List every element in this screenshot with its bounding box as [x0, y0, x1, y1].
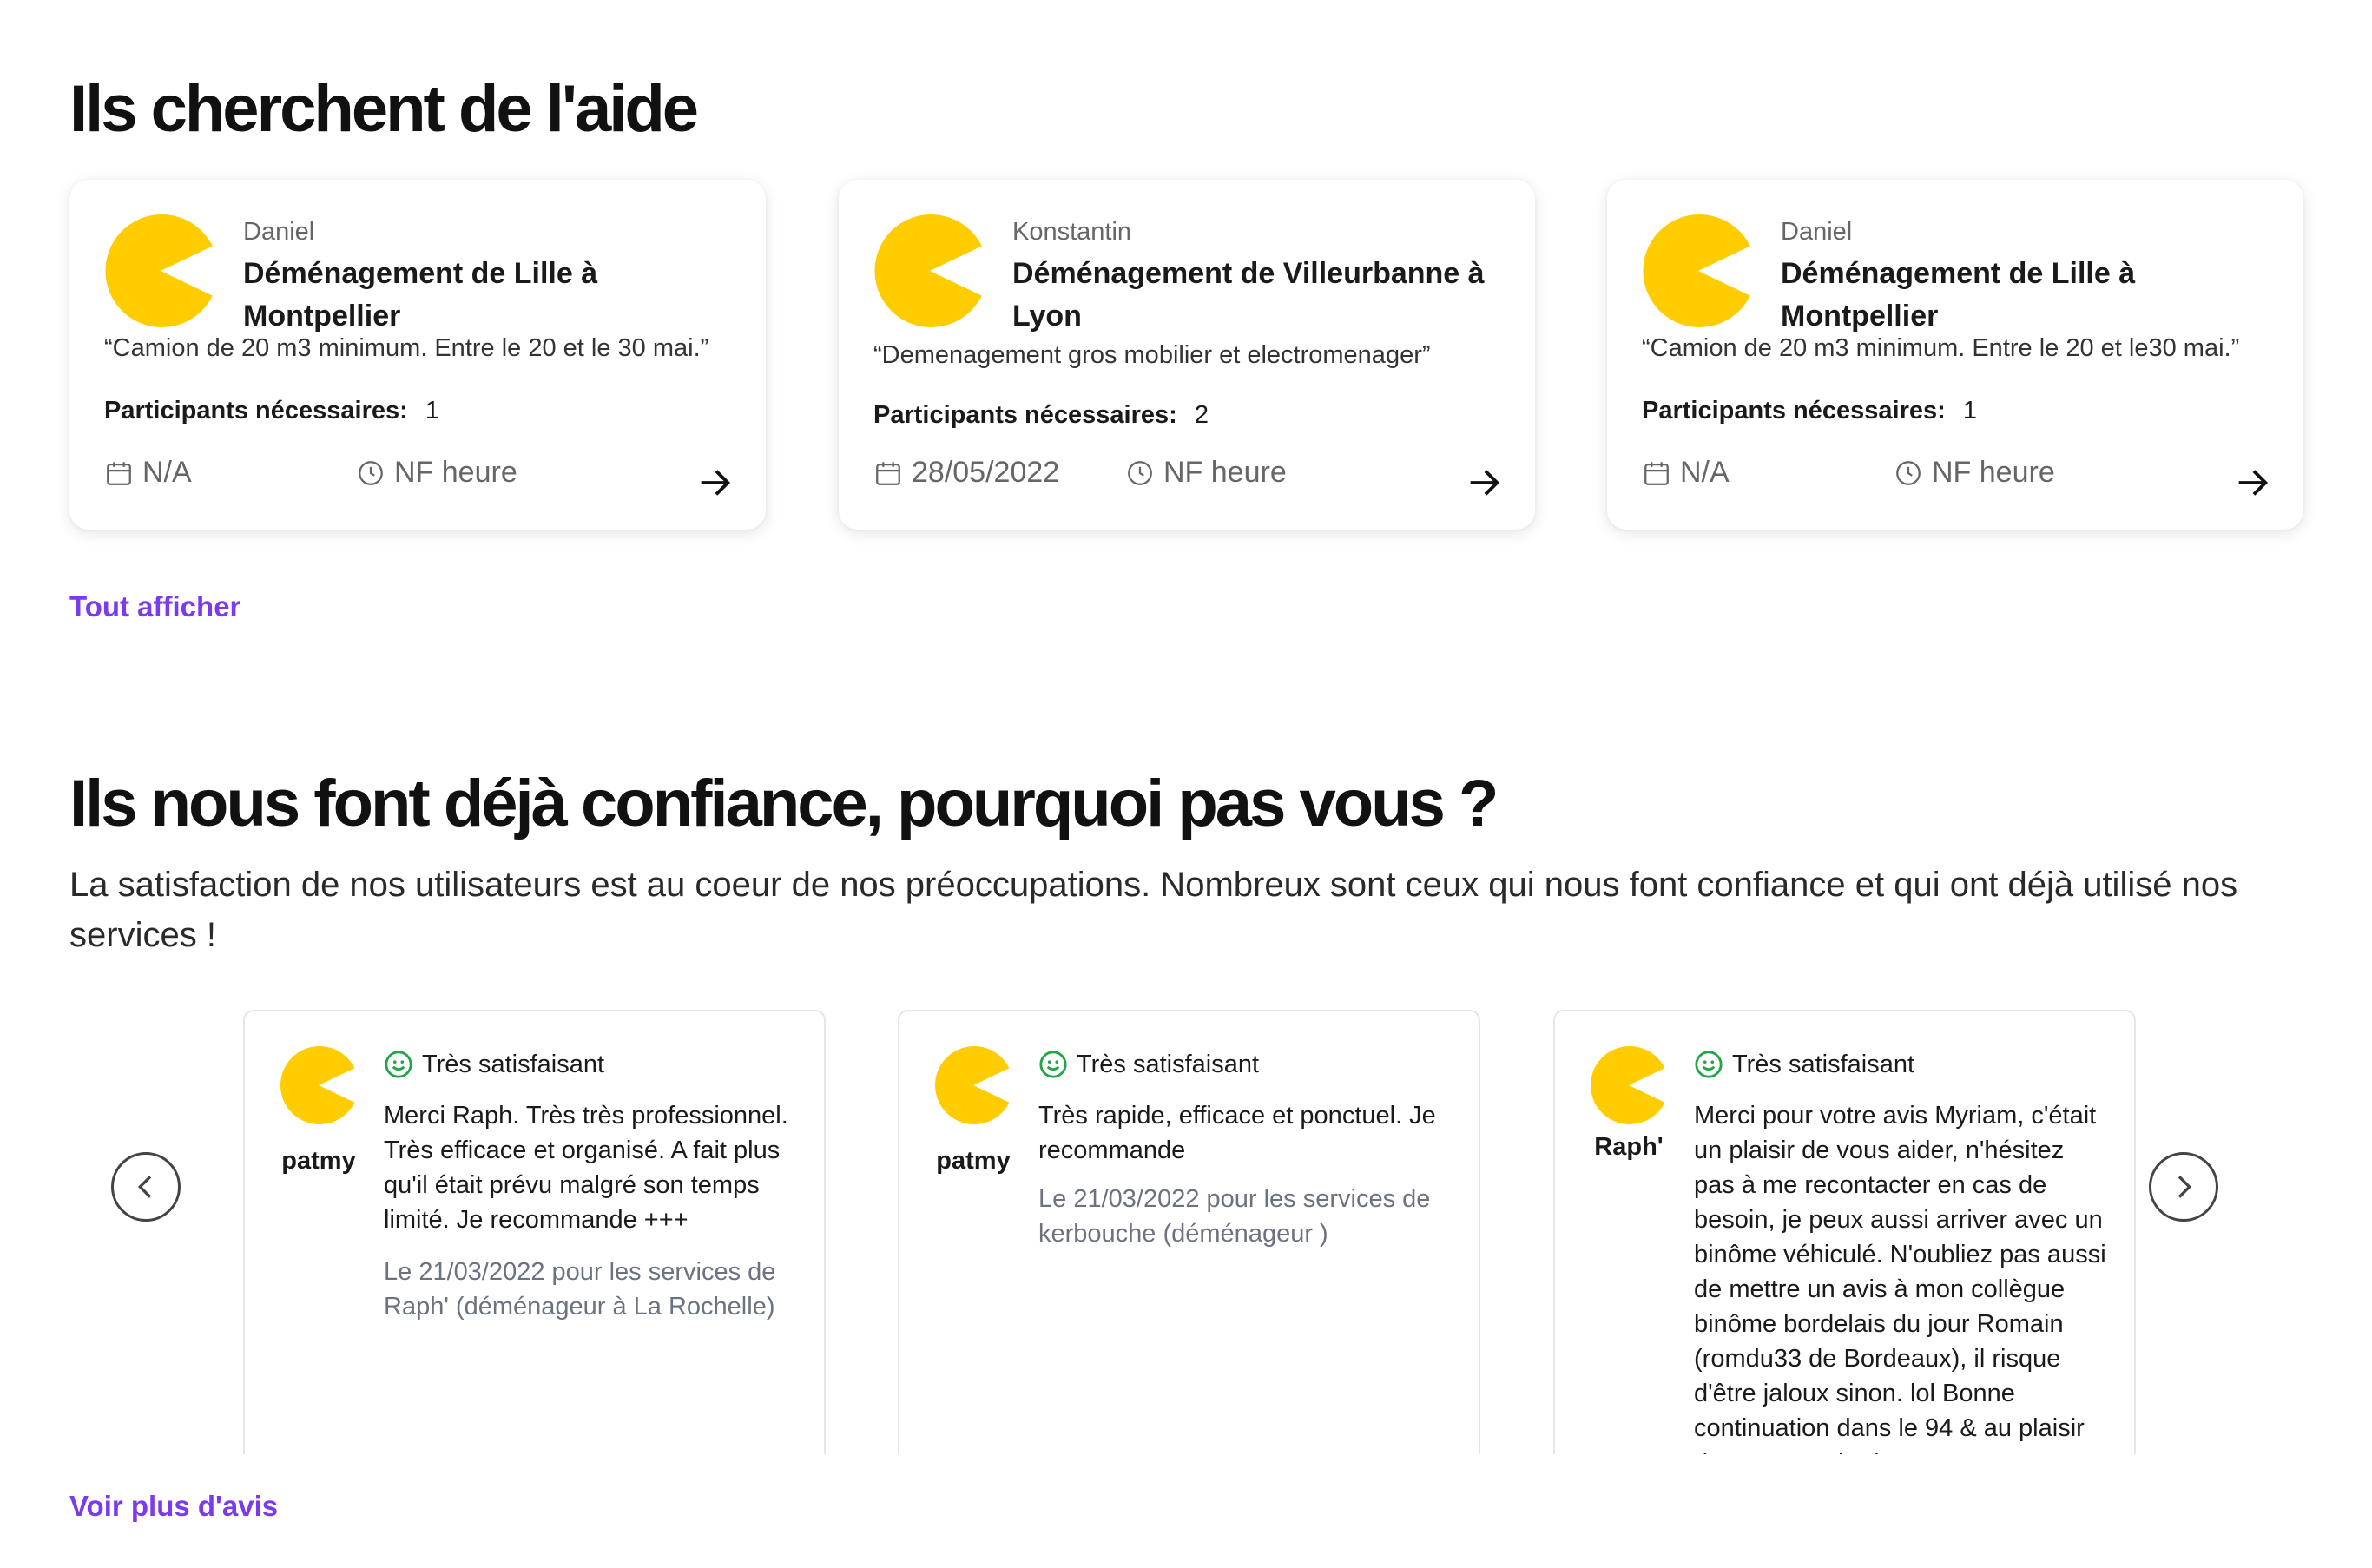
participants-label: Participants nécessaires: — [1642, 397, 1946, 425]
request-date-value: N/A — [1680, 456, 1730, 489]
clock-icon — [359, 460, 383, 485]
request-title: Déménagement de Lille à Montpellier — [243, 257, 598, 333]
pacman-avatar-icon — [280, 1046, 355, 1124]
calendar-icon — [107, 461, 131, 485]
trust-section-subtitle: La satisfaction de nos utilisateurs est … — [69, 866, 2238, 954]
request-date-value: 28/05/2022 — [912, 456, 1060, 489]
participants-needed: Participants nécessaires: 2 — [873, 401, 1209, 430]
request-time-value: NF heure — [394, 456, 517, 489]
participants-needed: Participants nécessaires: 1 — [1642, 397, 1977, 425]
calendar-icon — [1644, 461, 1669, 485]
request-date: N/A — [104, 456, 192, 490]
request-date-value: N/A — [142, 456, 192, 489]
smiley-icon — [1039, 1051, 1067, 1078]
review-rating-label: Très satisfaisant — [1077, 1050, 1260, 1078]
trust-section-title: Ils nous font déjà confiance, pourquoi p… — [69, 767, 1499, 840]
pacman-avatar-icon — [934, 1046, 1010, 1124]
clock-icon — [1128, 460, 1152, 485]
review-rating-label: Très satisfaisant — [1732, 1050, 1915, 1078]
request-title: Déménagement de Lille à Montpellier — [1781, 257, 2136, 333]
review-author: Raph' — [1594, 1133, 1664, 1161]
request-time: NF heure — [1894, 456, 2055, 490]
reviews-carousel: patmy Très satisfaisant Merci Raph. Très… — [243, 1010, 2205, 1454]
pacman-avatar-icon — [1643, 214, 1750, 327]
chevron-right-icon — [2178, 1176, 2192, 1198]
request-time: NF heure — [356, 456, 517, 490]
request-quote: “Camion de 20 m3 minimum. Entre le 20 et… — [104, 334, 709, 362]
review-meta: Le 21/03/2022 pour les services de kerbo… — [1038, 1185, 1431, 1248]
calendar-icon — [876, 461, 900, 485]
participants-label: Participants nécessaires: — [873, 401, 1177, 429]
participants-value: 1 — [425, 397, 439, 425]
request-time-value: NF heure — [1932, 456, 2055, 489]
review-text: Merci Raph. Très très professionnel. Trè… — [384, 1102, 788, 1234]
review-text: Très rapide, efficace et ponctuel. Je re… — [1038, 1102, 1436, 1164]
see-all-link[interactable]: Tout afficher — [69, 590, 240, 623]
smiley-icon — [385, 1051, 412, 1078]
help-section-title: Ils cherchent de l'aide — [69, 72, 699, 146]
request-time: NF heure — [1125, 456, 1287, 490]
participants-needed: Participants nécessaires: 1 — [104, 397, 439, 425]
review-rating: Très satisfaisant — [1694, 1050, 1914, 1079]
requester-name: Daniel — [243, 218, 315, 246]
review-author: patmy — [936, 1147, 1011, 1175]
request-quote: “Camion de 20 m3 minimum. Entre le 20 et… — [1642, 334, 2240, 362]
request-card[interactable]: Daniel Déménagement de Lille à Montpelli… — [69, 180, 766, 530]
request-date: 28/05/2022 — [873, 456, 1059, 490]
arrow-right-icon[interactable] — [695, 463, 735, 503]
carousel-prev-button[interactable] — [111, 1152, 181, 1222]
participants-value: 2 — [1194, 401, 1209, 429]
smiley-icon — [1695, 1051, 1723, 1078]
request-title: Déménagement de Villeurbanne à Lyon — [1012, 257, 1485, 333]
participants-label: Participants nécessaires: — [104, 397, 408, 425]
review-rating-label: Très satisfaisant — [422, 1050, 605, 1078]
requester-name: Daniel — [1781, 218, 1853, 246]
request-time-value: NF heure — [1163, 456, 1287, 489]
more-reviews-link[interactable]: Voir plus d'avis — [69, 1490, 278, 1523]
pacman-avatar-icon — [105, 214, 213, 327]
request-card[interactable]: Daniel Déménagement de Lille à Montpelli… — [1607, 180, 2303, 530]
review-rating: Très satisfaisant — [384, 1050, 604, 1079]
review-card: Raph' Très satisfaisant Merci pour votre… — [1553, 1010, 2136, 1454]
carousel-next-button[interactable] — [2149, 1152, 2218, 1222]
review-author: patmy — [281, 1147, 356, 1175]
clock-icon — [1896, 460, 1921, 485]
pacman-avatar-icon — [1590, 1046, 1665, 1124]
review-text: Merci pour votre avis Myriam, c'était un… — [1694, 1102, 2106, 1454]
request-card[interactable]: Konstantin Déménagement de Villeurbanne … — [839, 180, 1535, 530]
chevron-left-icon — [137, 1176, 152, 1198]
review-rating: Très satisfaisant — [1038, 1050, 1259, 1079]
review-card: patmy Très satisfaisant Merci Raph. Très… — [243, 1010, 826, 1454]
arrow-right-icon[interactable] — [2232, 463, 2272, 503]
participants-value: 1 — [1962, 397, 1977, 425]
requester-name: Konstantin — [1012, 218, 1132, 246]
request-quote: “Demenagement gros mobilier et electrome… — [873, 341, 1431, 369]
review-card: patmy Très satisfaisant Très rapide, eff… — [898, 1010, 1480, 1454]
review-meta: Le 21/03/2022 pour les services de Raph'… — [384, 1258, 776, 1321]
request-date: N/A — [1642, 456, 1730, 490]
pacman-avatar-icon — [874, 214, 982, 327]
arrow-right-icon[interactable] — [1464, 463, 1504, 503]
